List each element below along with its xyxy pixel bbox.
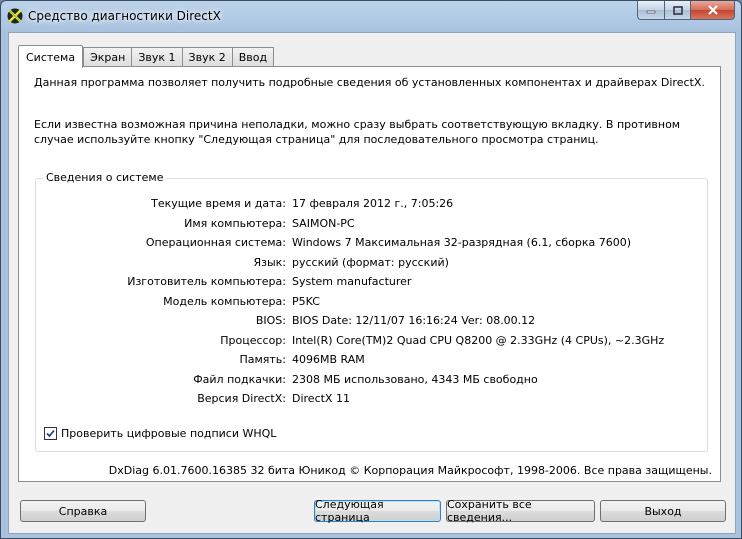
window-title: Средство диагностики DirectX <box>28 9 221 23</box>
minimize-button[interactable] <box>637 1 664 20</box>
tab-strip: Система Экран Звук 1 Звук 2 Ввод <box>18 43 275 68</box>
system-info-legend: Сведения о системе <box>43 171 167 184</box>
exit-button[interactable]: Выход <box>600 500 726 522</box>
info-label: Файл подкачки: <box>193 372 286 386</box>
whql-checkbox-label: Проверить цифровые подписи WHQL <box>61 427 277 440</box>
dxdiag-window: Средство диагностики DirectX Система Экр… <box>0 0 742 539</box>
next-page-button[interactable]: Следующая страница <box>314 498 441 524</box>
system-tab-panel: Данная программа позволяет получить подр… <box>18 66 721 482</box>
info-value: Intel(R) Core(TM)2 Quad CPU Q8200 @ 2.33… <box>292 333 665 347</box>
info-label: Имя компьютера: <box>184 216 286 230</box>
info-label: Операционная система: <box>145 236 286 249</box>
directx-icon <box>7 8 23 24</box>
maximize-icon <box>672 5 683 15</box>
whql-checkbox[interactable] <box>44 427 57 440</box>
info-value: BIOS Date: 12/11/07 16:16:24 Ver: 08.00.… <box>292 314 536 327</box>
info-label: Изготовитель компьютера: <box>127 275 286 288</box>
help-button[interactable]: Справка <box>20 500 146 522</box>
info-label: Процессор: <box>220 333 286 347</box>
info-row-datetime: Текущие время и дата: 17 февраля 2012 г.… <box>36 197 706 213</box>
info-value: System manufacturer <box>292 275 412 288</box>
info-label: Память: <box>239 353 286 366</box>
info-row-model: Модель компьютера: P5KC <box>36 295 706 311</box>
save-all-info-button[interactable]: Сохранить все сведения... <box>446 498 595 524</box>
dialog-client-area: Система Экран Звук 1 Звук 2 Ввод Данная … <box>8 32 736 534</box>
checkmark-icon <box>46 429 55 438</box>
info-row-manufacturer: Изготовитель компьютера: System manufact… <box>36 275 706 291</box>
tab-display[interactable]: Экран <box>83 47 132 67</box>
close-icon <box>707 5 718 15</box>
info-label: Язык: <box>253 255 286 269</box>
info-value: P5KC <box>292 294 320 308</box>
info-value: 2308 МБ использовано, 4343 МБ свободно <box>292 372 538 386</box>
info-row-directx-version: Версия DirectX: DirectX 11 <box>36 392 706 408</box>
intro-text-1: Данная программа позволяет получить подр… <box>34 76 705 89</box>
info-row-language: Язык: русский (формат: русский) <box>36 256 706 272</box>
system-info-group: Сведения о системе Текущие время и дата:… <box>35 171 708 452</box>
info-row-computer-name: Имя компьютера: SAIMON-PC <box>36 217 706 233</box>
info-value: Windows 7 Максимальная 32-разрядная (6.1… <box>292 236 632 249</box>
caption-buttons <box>637 1 735 21</box>
info-value: 17 февраля 2012 г., 7:05:26 <box>292 197 454 210</box>
copyright-footer: DxDiag 6.01.7600.16385 32 бита Юникод © … <box>108 464 712 477</box>
info-row-os: Операционная система: Windows 7 Максимал… <box>36 236 706 252</box>
info-value: русский (формат: русский) <box>292 255 449 269</box>
info-row-processor: Процессор: Intel(R) Core(TM)2 Quad CPU Q… <box>36 334 706 350</box>
info-label: Модель компьютера: <box>163 294 286 308</box>
title-bar[interactable]: Средство диагностики DirectX <box>1 1 741 33</box>
tab-sound-1[interactable]: Звук 1 <box>131 47 182 67</box>
info-value: SAIMON-PC <box>292 216 355 230</box>
info-label: BIOS: <box>255 314 286 327</box>
close-button[interactable] <box>690 1 735 20</box>
info-row-pagefile: Файл подкачки: 2308 МБ использовано, 434… <box>36 373 706 389</box>
info-label: Текущие время и дата: <box>151 197 286 210</box>
info-row-memory: Память: 4096MB RAM <box>36 353 706 369</box>
tab-sound-2[interactable]: Звук 2 <box>181 47 232 67</box>
maximize-button[interactable] <box>664 1 690 20</box>
info-value: DirectX 11 <box>292 392 350 405</box>
intro-text-2: Если известна возможная причина неполадк… <box>34 118 681 146</box>
minimize-icon <box>646 10 656 14</box>
tab-system[interactable]: Система <box>18 45 84 68</box>
info-label: Версия DirectX: <box>197 392 286 405</box>
info-value: 4096MB RAM <box>292 353 365 366</box>
tab-input[interactable]: Ввод <box>231 47 275 67</box>
info-row-bios: BIOS: BIOS Date: 12/11/07 16:16:24 Ver: … <box>36 314 706 330</box>
whql-checkbox-row[interactable]: Проверить цифровые подписи WHQL <box>44 427 276 440</box>
